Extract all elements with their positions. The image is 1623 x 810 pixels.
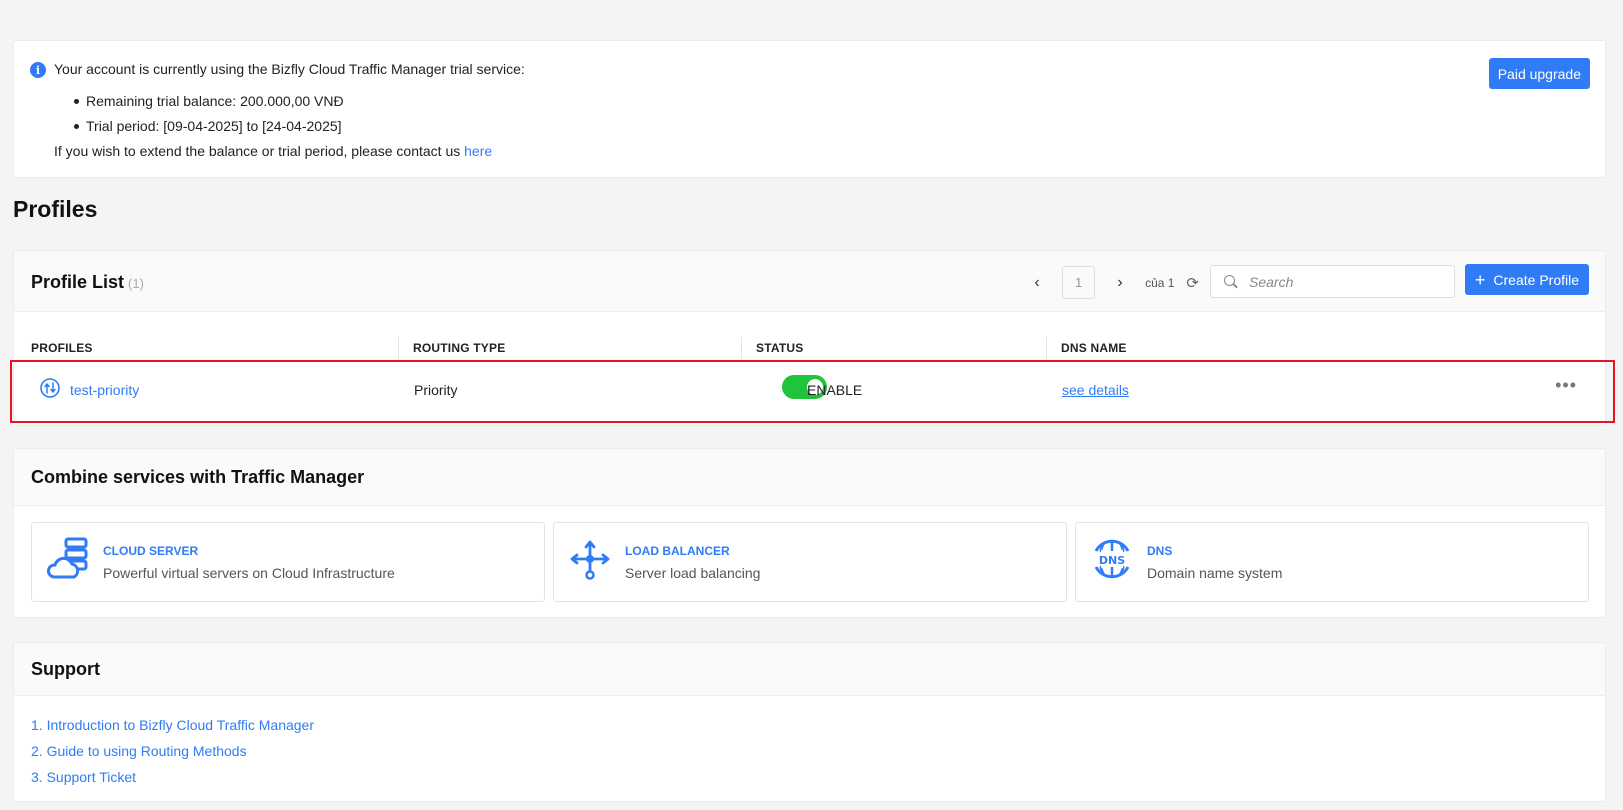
- search-icon: [1224, 274, 1238, 289]
- service-name: LOAD BALANCER: [625, 544, 730, 558]
- support-link-introduction[interactable]: 1. Introduction to Bizfly Cloud Traffic …: [31, 717, 314, 733]
- trial-banner: i Your account is currently using the Bi…: [13, 40, 1606, 178]
- info-icon: i: [30, 62, 46, 78]
- service-desc: Domain name system: [1147, 565, 1283, 581]
- page-title: Profiles: [13, 196, 98, 222]
- combine-services-title: Combine services with Traffic Manager: [31, 467, 365, 487]
- total-pages-text: của 1: [1145, 275, 1175, 290]
- next-page-icon[interactable]: ›: [1109, 274, 1131, 292]
- search-box: [1210, 265, 1455, 298]
- row-highlight-box: [10, 360, 1615, 423]
- combine-services-header: Combine services with Traffic Manager: [14, 449, 1605, 506]
- service-cloud-server[interactable]: CLOUD SERVER Powerful virtual servers on…: [31, 522, 545, 602]
- search-input[interactable]: [1249, 273, 1439, 290]
- support-link-ticket[interactable]: 3. Support Ticket: [31, 769, 136, 785]
- trial-balance-text: Remaining trial balance: 200.000,00 VNĐ: [74, 89, 344, 114]
- trial-extend-text: If you wish to extend the balance or tri…: [54, 143, 492, 159]
- profile-list-header: Profile List(1) ‹ 1 › của 1 ⟳ + Create P…: [14, 251, 1605, 312]
- support-link-routing-guide[interactable]: 2. Guide to using Routing Methods: [31, 743, 247, 759]
- dns-globe-icon: DNS: [1094, 539, 1130, 579]
- plus-icon: +: [1474, 269, 1486, 290]
- column-divider: [1046, 337, 1047, 359]
- profile-list-title-text: Profile List: [31, 272, 125, 292]
- support-title: Support: [31, 659, 100, 679]
- extend-text: If you wish to extend the balance or tri…: [54, 143, 461, 159]
- profile-list-card: Profile List(1) ‹ 1 › của 1 ⟳ + Create P…: [10, 250, 1615, 426]
- support-card: Support 1. Introduction to Bizfly Cloud …: [13, 642, 1606, 802]
- trial-period-text: Trial period: [09-04-2025] to [24-04-202…: [74, 114, 344, 139]
- pagination: ‹ 1 › của 1 ⟳: [1026, 266, 1199, 299]
- contact-here-link[interactable]: here: [464, 143, 492, 159]
- service-desc: Powerful virtual servers on Cloud Infras…: [103, 565, 395, 581]
- service-load-balancer[interactable]: LOAD BALANCER Server load balancing: [553, 522, 1067, 602]
- combine-services-card: Combine services with Traffic Manager CL…: [13, 448, 1606, 618]
- support-header: Support: [14, 643, 1605, 696]
- current-page-input[interactable]: 1: [1062, 266, 1096, 299]
- service-dns[interactable]: DNS DNS Domain name system: [1075, 522, 1589, 602]
- cloud-server-icon: [47, 537, 88, 579]
- trial-intro-text: Your account is currently using the Bizf…: [54, 61, 525, 77]
- column-divider: [741, 337, 742, 359]
- refresh-icon[interactable]: ⟳: [1186, 274, 1199, 292]
- service-desc: Server load balancing: [625, 565, 761, 581]
- support-links-list: 1. Introduction to Bizfly Cloud Traffic …: [31, 712, 314, 790]
- svg-text:DNS: DNS: [1099, 554, 1125, 567]
- create-profile-label: Create Profile: [1493, 271, 1579, 288]
- create-profile-button[interactable]: + Create Profile: [1464, 264, 1589, 295]
- profile-list-title: Profile List (1): [31, 272, 144, 293]
- service-name: DNS: [1147, 544, 1173, 558]
- service-name: CLOUD SERVER: [103, 544, 199, 558]
- trial-details-list: Remaining trial balance: 200.000,00 VNĐ …: [74, 89, 344, 139]
- column-divider: [398, 337, 399, 359]
- paid-upgrade-button[interactable]: Paid upgrade: [1488, 58, 1590, 89]
- prev-page-icon[interactable]: ‹: [1026, 274, 1048, 292]
- load-balancer-icon: [570, 540, 610, 580]
- profile-count: (1): [128, 276, 144, 291]
